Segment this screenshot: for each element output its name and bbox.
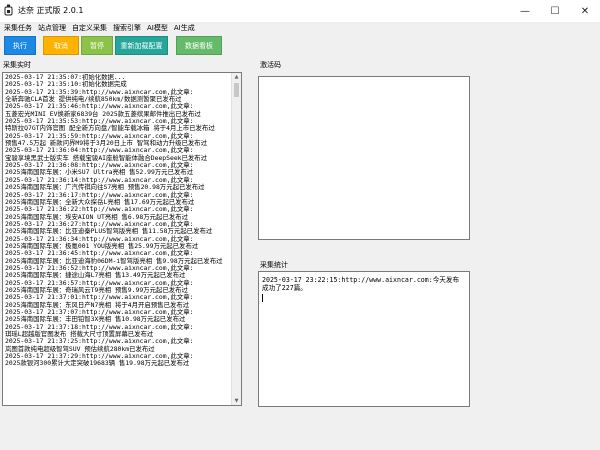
app-icon xyxy=(4,4,13,16)
menu-item-collect-task[interactable]: 采集任务 xyxy=(0,23,35,33)
data-dashboard-button[interactable]: 数据看板 xyxy=(176,36,222,55)
log-line: 2025款银河300累计大定突破19683辆 售19.98万元起已发布过 xyxy=(5,359,190,368)
text-caret xyxy=(262,294,263,302)
realtime-log-lines: 2025-03-17 21:35:07:初始化数据... 2025-03-17 2… xyxy=(5,74,231,368)
realtime-log-box[interactable]: 2025-03-17 21:35:07:初始化数据... 2025-03-17 2… xyxy=(2,72,242,406)
close-button[interactable]: ✕ xyxy=(570,0,600,22)
collect-stats-box[interactable]: 2025-03-17 23:22:15:http://www.aixncar.c… xyxy=(258,271,470,407)
close-icon: ✕ xyxy=(580,5,590,17)
menu-bar: 采集任务 站点管理 自定义采集 搜索引擎 AI模型 AI生成 xyxy=(0,22,600,34)
maximize-icon: ☐ xyxy=(550,5,560,17)
cancel-button-label: 取消 xyxy=(54,41,68,50)
menu-item-ai-model[interactable]: AI模型 xyxy=(144,23,171,33)
pause-button[interactable]: 暂停 xyxy=(81,36,113,55)
activation-code-input[interactable] xyxy=(258,76,470,240)
menu-item-ai-generate[interactable]: AI生成 xyxy=(171,23,198,33)
activation-code-label: 激活码 xyxy=(260,61,281,69)
scroll-up-icon[interactable]: ▲ xyxy=(232,73,241,81)
title-bar: 达奈 正式版 2.0.1 — ☐ ✕ xyxy=(0,0,600,23)
cancel-button[interactable]: 取消 xyxy=(43,36,79,55)
scrollbar-thumb[interactable] xyxy=(234,83,239,97)
menu-item-site-manage[interactable]: 站点管理 xyxy=(35,23,69,33)
realtime-log-label: 采集实时 xyxy=(3,61,31,69)
execute-button-label: 执行 xyxy=(13,41,27,50)
minimize-icon: — xyxy=(520,5,530,17)
collect-stats-label: 采集统计 xyxy=(260,261,288,269)
reload-config-button-label: 重新加载配置 xyxy=(120,41,163,50)
log-scrollbar[interactable]: ▲ ▼ xyxy=(231,73,241,405)
reload-config-button[interactable]: 重新加载配置 xyxy=(115,36,168,55)
collect-stats-text: 2025-03-17 23:22:15:http://www.aixncar.c… xyxy=(262,276,460,292)
menu-item-custom-collect[interactable]: 自定义采集 xyxy=(69,23,110,33)
minimize-button[interactable]: — xyxy=(510,0,540,22)
data-dashboard-button-label: 数据看板 xyxy=(185,41,213,50)
window-title: 达奈 正式版 2.0.1 xyxy=(18,6,84,15)
execute-button[interactable]: 执行 xyxy=(4,36,36,55)
scroll-down-icon[interactable]: ▼ xyxy=(232,397,241,405)
pause-button-label: 暂停 xyxy=(90,41,104,50)
menu-item-search-engine[interactable]: 搜索引擎 xyxy=(110,23,144,33)
toolbar: 执行 取消 暂停 重新加载配置 数据看板 xyxy=(0,34,600,56)
maximize-button[interactable]: ☐ xyxy=(540,0,570,22)
